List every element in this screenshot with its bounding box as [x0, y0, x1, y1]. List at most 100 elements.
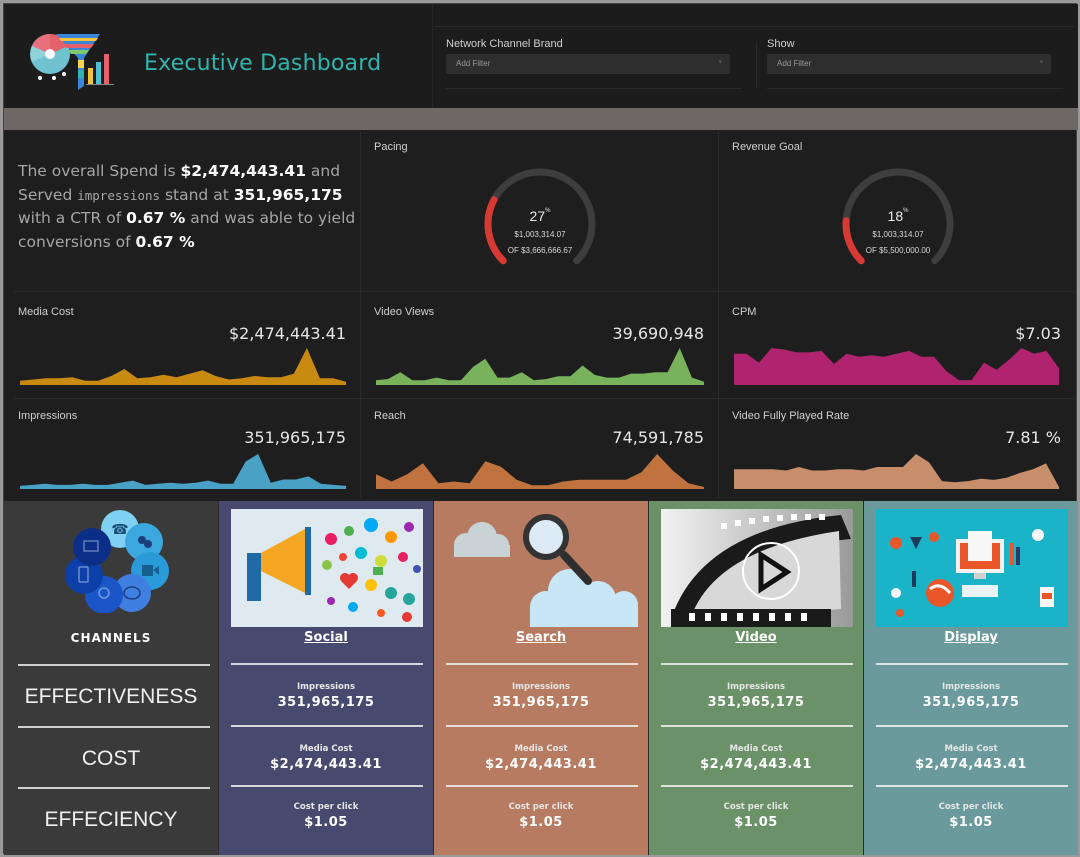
cost-per-click-label: Cost per click: [723, 802, 789, 812]
divider: [231, 725, 423, 727]
media-cost-label: Media Cost: [944, 744, 998, 754]
gauge-percent-value: 18: [887, 208, 904, 224]
channel-link-social[interactable]: Social: [219, 630, 433, 645]
divider: [446, 785, 638, 787]
funnel-chart-logo-icon: [30, 34, 114, 90]
kpi-label: CPM: [732, 306, 757, 318]
gauge-target: OF $3,666,666.67: [507, 246, 573, 255]
media-cost-value: $2,474,443.41: [485, 757, 597, 772]
filter-underline: [446, 88, 742, 89]
revenue-goal-gauge: 18% $1,003,314.07 OF $5,500,000.00: [828, 164, 968, 274]
impressions-label: Impressions: [296, 682, 356, 692]
grid-divider: [14, 398, 1074, 399]
divider: [876, 725, 1068, 727]
filter-show: Show Add Filter ▾: [767, 38, 1063, 89]
media-cost-label: Media Cost: [299, 744, 353, 754]
filter-label: Show: [767, 38, 795, 50]
summary-impressions: 351,965,175: [233, 185, 343, 204]
summary-impressions-word: impressions: [77, 187, 161, 203]
gauge-target: OF $5,500,000.00: [865, 246, 931, 255]
grid-divider: [14, 291, 1074, 292]
header: Executive Dashboard Network Channel Bran…: [4, 4, 1078, 108]
filter-label: Network Channel Brand: [446, 38, 563, 50]
gauge-percent-sign: %: [903, 208, 909, 214]
kpi-value: 39,690,948: [612, 324, 704, 343]
divider: [18, 787, 210, 789]
divider: [661, 725, 853, 727]
cost-per-click-value: $1.05: [304, 815, 348, 830]
impressions-label: Impressions: [941, 682, 1001, 692]
channel-card-display: Display Impressions 351,965,175 Media Co…: [863, 501, 1078, 855]
channel-link-video[interactable]: Video: [649, 630, 863, 645]
divider: [446, 663, 638, 665]
kpi-value: 74,591,785: [612, 428, 704, 447]
pacing-gauge: 27% $1,003,314.07 OF $3,666,666.67: [470, 164, 610, 274]
filter-network-channel-brand: Network Channel Brand Add Filter ▾: [446, 38, 742, 89]
row-label-effectiveness: EFFECTIVENESS: [24, 685, 198, 708]
media-cost-value: $2,474,443.41: [700, 757, 812, 772]
cpm-sparkline: [734, 348, 1059, 385]
video-views-sparkline: [376, 348, 704, 385]
svg-text:☎: ☎: [111, 522, 128, 538]
chevron-down-icon[interactable]: ▾: [1039, 58, 1043, 66]
sparkline-area: [20, 348, 346, 385]
channels-column: ☎ CHANNELS EFFECTIVENESS COST EFFECIENCY: [4, 501, 218, 855]
row-label-efficiency: EFFECIENCY: [44, 808, 178, 831]
kpi-label: Reach: [374, 410, 406, 422]
desktop-display-icons-image: [876, 509, 1068, 627]
video-fully-played-rate-sparkline: [734, 454, 1059, 489]
sparkline-area: [376, 348, 704, 385]
megaphone-social-icons-image: [231, 509, 423, 627]
kpi-label: Impressions: [18, 410, 78, 422]
divider: [231, 785, 423, 787]
header-rule: [434, 26, 1074, 27]
impressions-value: 351,965,175: [922, 695, 1020, 710]
summary-conversions: 0.67 %: [135, 232, 195, 251]
cost-per-click-label: Cost per click: [938, 802, 1004, 812]
channel-card-social: Social Impressions 351,965,175 Media Cos…: [218, 501, 433, 855]
gauge-value: $1,003,314.07: [514, 230, 566, 239]
gauge-percent-sign: %: [545, 208, 551, 214]
media-cost-label: Media Cost: [514, 744, 568, 754]
kpi-label: Video Fully Played Rate: [732, 410, 850, 422]
media-cost-label: Media Cost: [729, 744, 783, 754]
summary-fragment: stand at: [160, 185, 234, 204]
header-divider: [432, 4, 433, 108]
impressions-value: 351,965,175: [492, 695, 590, 710]
divider: [18, 664, 210, 666]
sparkline-area: [20, 454, 346, 489]
page-title: Executive Dashboard: [144, 51, 382, 76]
media-cost-value: $2,474,443.41: [270, 757, 382, 772]
show-filter-input[interactable]: Add Filter ▾: [767, 54, 1051, 74]
chevron-down-icon[interactable]: ▾: [718, 58, 722, 66]
channel-link-display[interactable]: Display: [864, 630, 1078, 645]
channel-card-search: Search Impressions 351,965,175 Media Cos…: [433, 501, 648, 855]
network-channel-brand-filter-input[interactable]: Add Filter ▾: [446, 54, 730, 74]
summary-fragment: with a CTR of: [18, 209, 127, 227]
kpi-value: 351,965,175: [244, 428, 346, 447]
cost-per-click-value: $1.05: [734, 815, 778, 830]
impressions-value: 351,965,175: [277, 695, 375, 710]
divider: [876, 785, 1068, 787]
gauge-value: $1,003,314.07: [872, 230, 924, 239]
cost-per-click-value: $1.05: [519, 815, 563, 830]
divider: [661, 663, 853, 665]
filter-underline: [767, 88, 1063, 89]
gauge-percent: 18%: [828, 208, 968, 224]
divider: [661, 785, 853, 787]
channel-link-search[interactable]: Search: [434, 630, 648, 645]
channel-card-video: Video Impressions 351,965,175 Media Cost…: [648, 501, 863, 855]
dashboard-frame: Executive Dashboard Network Channel Bran…: [3, 3, 1078, 855]
kpi-value: 7.81 %: [1005, 428, 1061, 447]
grid-divider: [360, 132, 361, 498]
summary-text: The overall Spend is $2,474,443.41 and S…: [18, 160, 358, 254]
summary-spend: $2,474,443.41: [180, 162, 306, 180]
kpi-label: Video Views: [374, 306, 435, 318]
impressions-value: 351,965,175: [707, 695, 805, 710]
kpi-value: $2,474,443.41: [228, 324, 346, 343]
sparkline-area: [734, 454, 1059, 489]
divider: [446, 725, 638, 727]
grid-divider: [718, 132, 719, 498]
divider: [18, 726, 210, 728]
filter-divider: [756, 42, 757, 88]
